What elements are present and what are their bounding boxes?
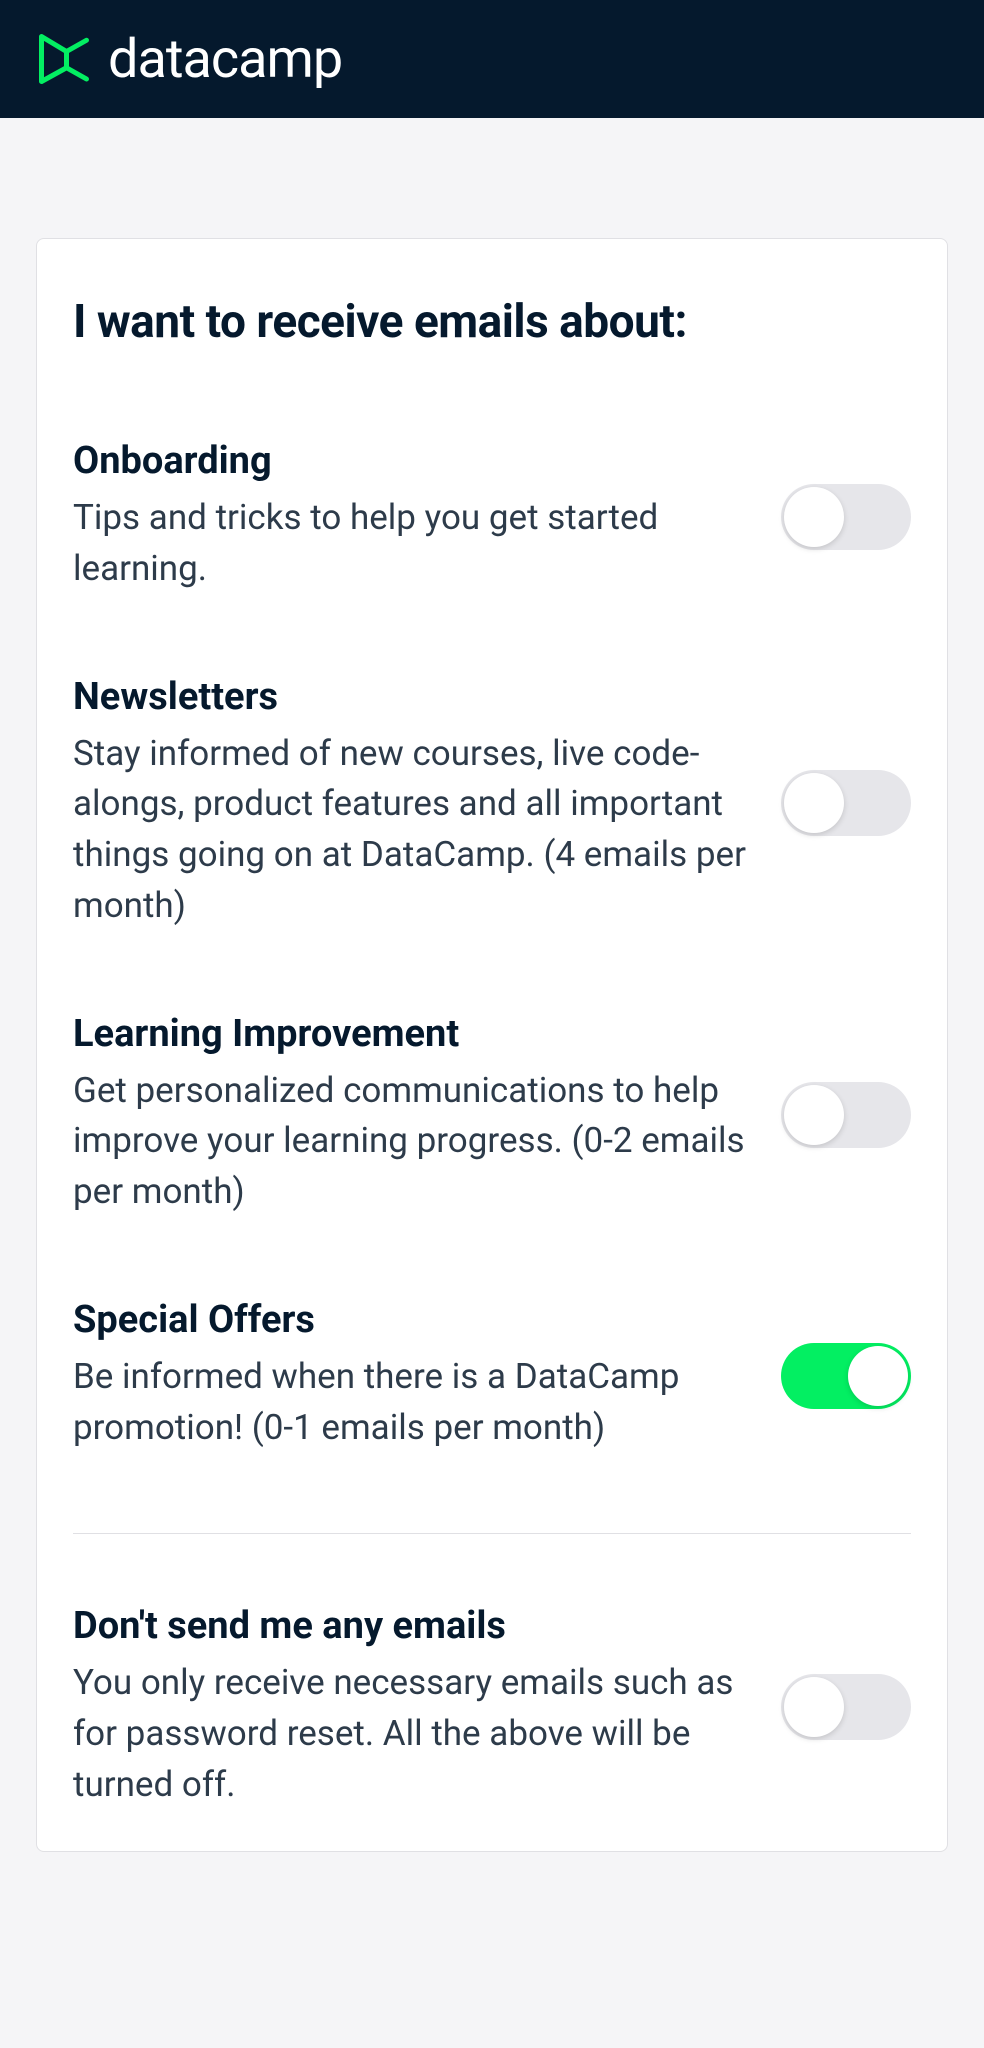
pref-text: Special Offers Be informed when there is… (73, 1298, 751, 1454)
toggle-no-emails[interactable] (781, 1674, 911, 1740)
pref-title: Learning Improvement (73, 1012, 751, 1056)
pref-title: Don't send me any emails (73, 1604, 751, 1648)
app-header: datacamp (0, 0, 984, 118)
pref-text: Newsletters Stay informed of new courses… (73, 675, 751, 932)
toggle-onboarding[interactable] (781, 484, 911, 550)
email-preferences-card: I want to receive emails about: Onboardi… (36, 238, 948, 1852)
toggle-knob (784, 773, 844, 833)
toggle-special-offers[interactable] (781, 1343, 911, 1409)
pref-text: Onboarding Tips and tricks to help you g… (73, 439, 751, 595)
pref-row-no-emails: Don't send me any emails You only receiv… (73, 1604, 911, 1810)
toggle-knob (848, 1346, 908, 1406)
datacamp-logo-icon (32, 24, 96, 94)
toggle-newsletters[interactable] (781, 770, 911, 836)
toggle-knob (784, 487, 844, 547)
pref-title: Special Offers (73, 1298, 751, 1342)
pref-title: Newsletters (73, 675, 751, 719)
pref-desc: Be informed when there is a DataCamp pro… (73, 1352, 751, 1454)
brand-logo[interactable]: datacamp (32, 24, 342, 94)
pref-text: Don't send me any emails You only receiv… (73, 1604, 751, 1810)
brand-name: datacamp (108, 28, 342, 91)
pref-row-newsletters: Newsletters Stay informed of new courses… (73, 675, 911, 932)
pref-desc: Get personalized communications to help … (73, 1066, 751, 1218)
pref-desc: Stay informed of new courses, live code-… (73, 729, 751, 932)
page-content: I want to receive emails about: Onboardi… (0, 118, 984, 1852)
pref-text: Learning Improvement Get personalized co… (73, 1012, 751, 1218)
pref-row-special-offers: Special Offers Be informed when there is… (73, 1298, 911, 1454)
toggle-learning-improvement[interactable] (781, 1082, 911, 1148)
pref-desc: Tips and tricks to help you get started … (73, 493, 751, 595)
pref-row-onboarding: Onboarding Tips and tricks to help you g… (73, 439, 911, 595)
pref-desc: You only receive necessary emails such a… (73, 1658, 751, 1810)
pref-title: Onboarding (73, 439, 751, 483)
card-heading: I want to receive emails about: (73, 295, 911, 349)
toggle-knob (784, 1085, 844, 1145)
section-divider (73, 1533, 911, 1534)
pref-row-learning-improvement: Learning Improvement Get personalized co… (73, 1012, 911, 1218)
toggle-knob (784, 1677, 844, 1737)
